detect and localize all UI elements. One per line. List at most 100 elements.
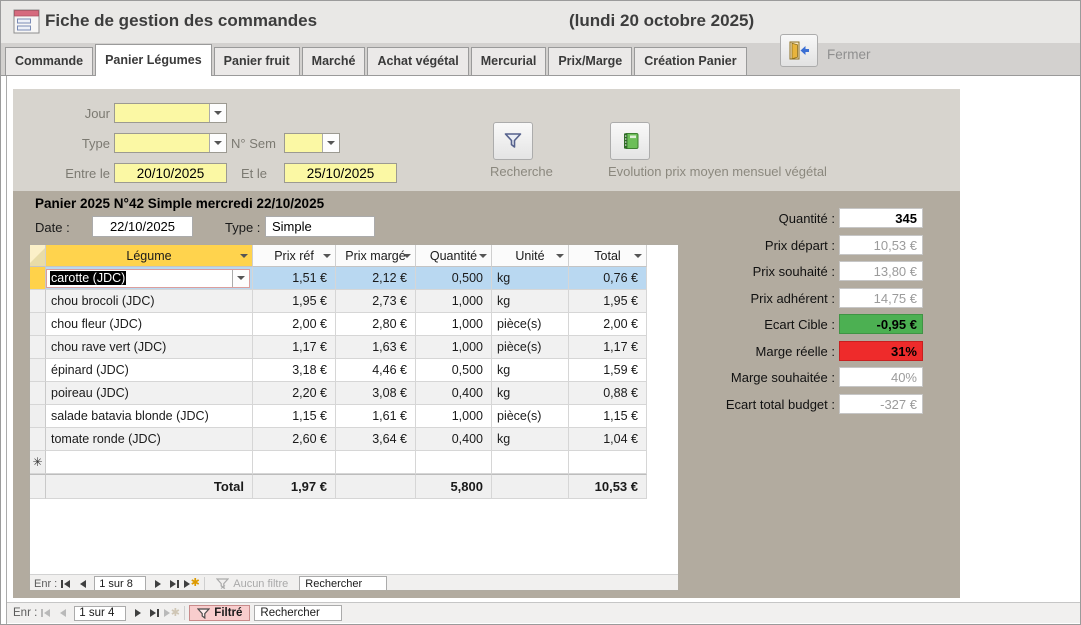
prix-ref-cell[interactable]: 1,17 € (253, 336, 336, 359)
type-combobox[interactable] (114, 133, 227, 153)
total-cell[interactable]: 1,95 € (569, 290, 647, 313)
prix-marge-cell[interactable]: 2,80 € (336, 313, 416, 336)
prix-ref-cell[interactable]: 1,15 € (253, 405, 336, 428)
search-button[interactable] (493, 122, 533, 160)
panier-date-field[interactable]: 22/10/2025 (92, 216, 193, 237)
prix-ref-cell[interactable]: 2,20 € (253, 382, 336, 405)
first-record-button[interactable] (57, 577, 74, 591)
legume-cell[interactable]: chou rave vert (JDC) (46, 336, 253, 359)
prix-ref-cell[interactable] (253, 451, 336, 474)
unite-cell[interactable]: kg (492, 267, 569, 290)
quantite-cell[interactable]: 0,500 (416, 267, 492, 290)
prix-marge-cell[interactable]: 3,08 € (336, 382, 416, 405)
previous-record-button[interactable] (54, 606, 71, 620)
unite-cell[interactable]: kg (492, 428, 569, 451)
next-record-button[interactable] (149, 577, 166, 591)
date-to-field[interactable]: 25/10/2025 (284, 163, 397, 183)
panier-type-field[interactable]: Simple (265, 216, 375, 237)
date-from-field[interactable]: 20/10/2025 (114, 163, 227, 183)
new-record-button[interactable]: ✱ (163, 606, 180, 620)
filtered-toggle-button[interactable]: Filtré (189, 605, 250, 621)
tab-marche[interactable]: Marché (302, 47, 366, 75)
total-cell[interactable]: 2,00 € (569, 313, 647, 336)
unite-cell[interactable]: kg (492, 290, 569, 313)
quantite-cell[interactable]: 0,400 (416, 428, 492, 451)
quantite-field[interactable]: 345 (839, 208, 923, 228)
legume-cell[interactable]: salade batavia blonde (JDC) (46, 405, 253, 428)
unite-cell[interactable]: kg (492, 382, 569, 405)
new-record-selector[interactable]: ✳ (30, 451, 46, 474)
first-record-button[interactable] (37, 606, 54, 620)
unite-cell[interactable]: kg (492, 359, 569, 382)
total-cell[interactable]: 1,15 € (569, 405, 647, 428)
column-header-total[interactable]: Total (569, 245, 647, 267)
tab-mercurial[interactable]: Mercurial (471, 47, 547, 75)
column-header-prix-marge[interactable]: Prix margé (336, 245, 416, 267)
row-selector[interactable] (30, 359, 46, 382)
close-form-button[interactable] (780, 34, 818, 67)
tab-achat-vegetal[interactable]: Achat végétal (367, 47, 468, 75)
legume-cell[interactable]: tomate ronde (JDC) (46, 428, 253, 451)
legume-cell[interactable]: épinard (JDC) (46, 359, 253, 382)
total-cell[interactable]: 0,88 € (569, 382, 647, 405)
total-cell[interactable]: 1,17 € (569, 336, 647, 359)
row-selector[interactable] (30, 336, 46, 359)
prix-marge-cell[interactable]: 4,46 € (336, 359, 416, 382)
new-record-button[interactable]: ✱ (183, 577, 200, 591)
record-position-box[interactable]: 1 sur 4 (74, 606, 126, 621)
row-selector[interactable] (30, 313, 46, 336)
prix-ref-cell[interactable]: 1,95 € (253, 290, 336, 313)
quantite-cell[interactable]: 1,000 (416, 405, 492, 428)
legume-cell[interactable]: carotte (JDC) (46, 267, 253, 290)
subform-search-input[interactable]: Rechercher (299, 576, 387, 592)
column-header-quantite[interactable]: Quantité (416, 245, 492, 267)
datasheet-corner-cell[interactable] (30, 245, 46, 267)
row-selector[interactable] (30, 405, 46, 428)
type-dropdown-icon[interactable] (209, 134, 226, 152)
sort-dropdown-icon[interactable] (479, 254, 487, 258)
next-record-button[interactable] (129, 606, 146, 620)
last-record-button[interactable] (146, 606, 163, 620)
prix-marge-cell[interactable]: 3,64 € (336, 428, 416, 451)
prix-ref-cell[interactable]: 2,00 € (253, 313, 336, 336)
previous-record-button[interactable] (74, 577, 91, 591)
row-selector[interactable] (30, 382, 46, 405)
row-selector[interactable] (30, 267, 46, 290)
prix-marge-cell[interactable]: 2,73 € (336, 290, 416, 313)
prix-ref-cell[interactable]: 3,18 € (253, 359, 336, 382)
prix-marge-cell[interactable]: 2,12 € (336, 267, 416, 290)
total-cell[interactable]: 1,04 € (569, 428, 647, 451)
legume-dropdown-icon[interactable] (232, 270, 249, 287)
prix-ref-cell[interactable]: 2,60 € (253, 428, 336, 451)
tab-panier-legumes[interactable]: Panier Légumes (95, 44, 212, 76)
tab-panier-fruit[interactable]: Panier fruit (214, 47, 300, 75)
nsem-combobox[interactable] (284, 133, 340, 153)
unite-cell[interactable] (492, 451, 569, 474)
last-record-button[interactable] (166, 577, 183, 591)
sort-dropdown-icon[interactable] (323, 254, 331, 258)
legume-cell[interactable]: chou brocoli (JDC) (46, 290, 253, 313)
sort-dropdown-icon[interactable] (240, 254, 248, 258)
jour-dropdown-icon[interactable] (209, 104, 226, 122)
tab-creation-panier[interactable]: Création Panier (634, 47, 746, 75)
quantite-cell[interactable]: 1,000 (416, 336, 492, 359)
total-cell[interactable]: 0,76 € (569, 267, 647, 290)
total-cell[interactable] (569, 451, 647, 474)
legume-cell[interactable] (46, 451, 253, 474)
legume-combobox[interactable]: carotte (JDC) (46, 269, 250, 288)
prix-marge-cell[interactable]: 1,63 € (336, 336, 416, 359)
column-header-unite[interactable]: Unité (492, 245, 569, 267)
quantite-cell[interactable]: 0,400 (416, 382, 492, 405)
jour-combobox[interactable] (114, 103, 227, 123)
evolution-button[interactable] (610, 122, 650, 160)
total-cell[interactable]: 1,59 € (569, 359, 647, 382)
row-selector[interactable] (30, 290, 46, 313)
prix-marge-cell[interactable] (336, 451, 416, 474)
record-position-box[interactable]: 1 sur 8 (94, 576, 146, 591)
unite-cell[interactable]: pièce(s) (492, 336, 569, 359)
sort-dropdown-icon[interactable] (634, 254, 642, 258)
legume-cell[interactable]: chou fleur (JDC) (46, 313, 253, 336)
tab-commande[interactable]: Commande (5, 47, 93, 75)
sort-dropdown-icon[interactable] (403, 254, 411, 258)
legume-cell[interactable]: poireau (JDC) (46, 382, 253, 405)
